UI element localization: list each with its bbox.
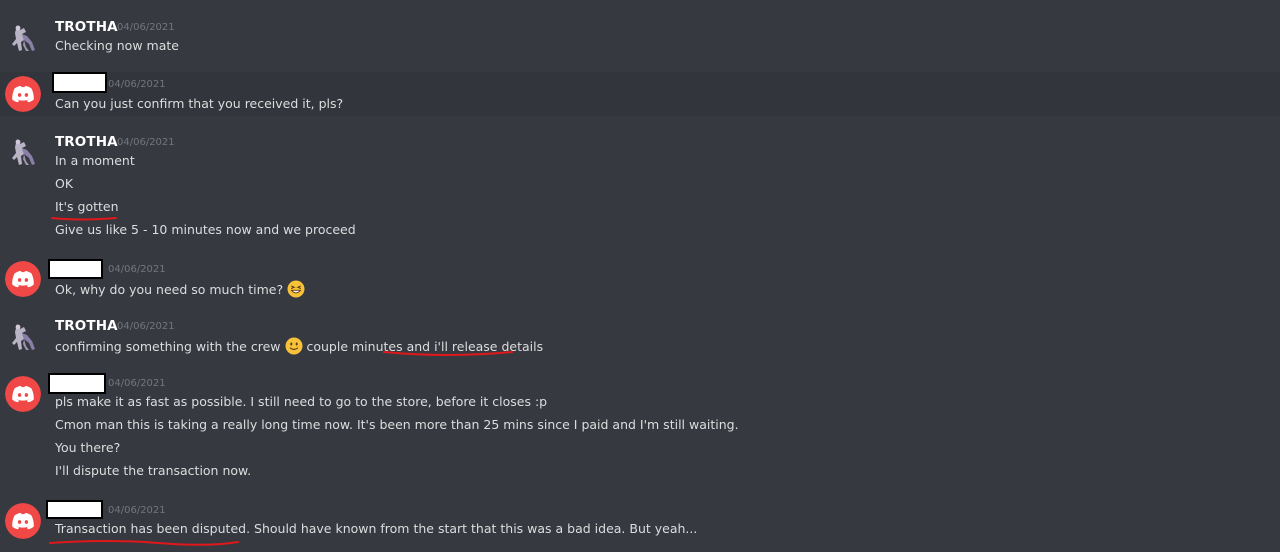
timestamp: 04/06/2021 bbox=[108, 378, 166, 389]
message-text: Give us like 5 - 10 minutes now and we p… bbox=[55, 222, 356, 237]
timestamp: 04/06/2021 bbox=[108, 79, 166, 90]
mewtwo-avatar-icon[interactable] bbox=[5, 319, 41, 355]
discord-logo-icon[interactable] bbox=[5, 503, 41, 539]
message-text: I'll dispute the transaction now. bbox=[55, 463, 252, 478]
red-underline-annotation bbox=[383, 351, 513, 356]
timestamp: 04/06/2021 bbox=[117, 22, 175, 33]
redacted-username bbox=[52, 72, 107, 93]
username[interactable]: TROTHA bbox=[55, 318, 118, 334]
redacted-username bbox=[46, 500, 103, 519]
message-text: It's gotten bbox=[55, 199, 119, 214]
message-group: TROTHA 04/06/2021 confirming something w… bbox=[0, 315, 1280, 365]
mewtwo-avatar-icon[interactable] bbox=[5, 134, 41, 170]
message-text: In a moment bbox=[55, 153, 135, 168]
message-text: Transaction has been disputed. Should ha… bbox=[55, 521, 698, 536]
message-text: Cmon man this is taking a really long ti… bbox=[55, 417, 739, 432]
message-group: TROTHA 04/06/2021 Checking now mate bbox=[0, 0, 1280, 60]
username[interactable]: TROTHA bbox=[55, 19, 118, 35]
grinning-squinting-face-emoji bbox=[287, 280, 305, 298]
message-text: Ok, why do you need so much time? bbox=[55, 280, 305, 298]
slightly-smiling-face-emoji bbox=[285, 337, 303, 355]
username[interactable]: TROTHA bbox=[55, 134, 118, 150]
timestamp: 04/06/2021 bbox=[117, 137, 175, 148]
discord-logo-icon[interactable] bbox=[5, 376, 41, 412]
timestamp: 04/06/2021 bbox=[117, 321, 175, 332]
message-text: OK bbox=[55, 176, 74, 191]
discord-logo-icon[interactable] bbox=[5, 76, 41, 112]
chat-log: TROTHA 04/06/2021 Checking now mate 04/0… bbox=[0, 0, 1280, 552]
message-text: pls make it as fast as possible. I still… bbox=[55, 394, 548, 409]
message-group: TROTHA 04/06/2021 In a moment OK It's go… bbox=[0, 130, 1280, 250]
message-text: Can you just confirm that you received i… bbox=[55, 96, 344, 111]
timestamp: 04/06/2021 bbox=[108, 264, 166, 275]
red-underline-annotation bbox=[49, 540, 239, 546]
redacted-username bbox=[48, 259, 103, 279]
message-group: 04/06/2021 Can you just confirm that you… bbox=[0, 70, 1280, 120]
message-group: 04/06/2021 pls make it as fast as possib… bbox=[0, 372, 1280, 487]
timestamp: 04/06/2021 bbox=[108, 505, 166, 516]
discord-logo-icon[interactable] bbox=[5, 261, 41, 297]
message-group: 04/06/2021 Transaction has been disputed… bbox=[0, 497, 1280, 552]
message-text: You there? bbox=[55, 440, 121, 455]
message-group: 04/06/2021 Ok, why do you need so much t… bbox=[0, 255, 1280, 305]
redacted-username bbox=[48, 373, 106, 394]
mewtwo-avatar-icon[interactable] bbox=[5, 20, 41, 56]
message-body: Ok, why do you need so much time? bbox=[55, 282, 284, 297]
message-part: confirming something with the crew bbox=[55, 339, 281, 354]
message-text: Checking now mate bbox=[55, 38, 179, 53]
